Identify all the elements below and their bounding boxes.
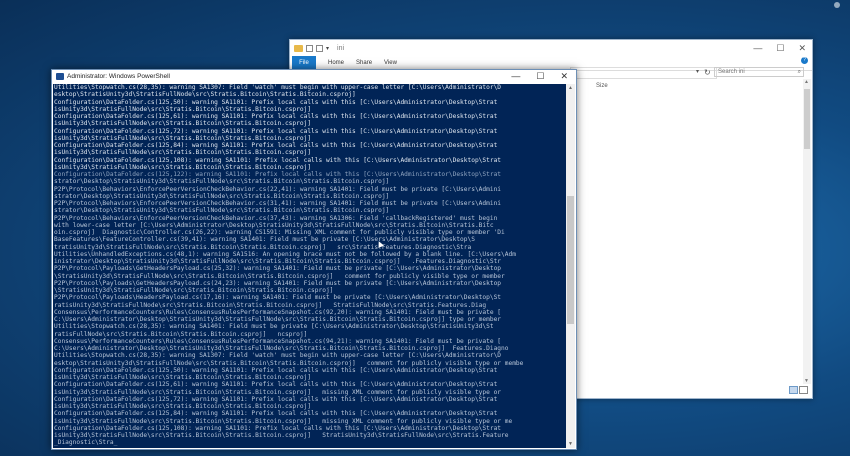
console-line: esktop\StratisUnity3d\StratisFullNode\sr… bbox=[54, 91, 356, 99]
new-folder-icon[interactable] bbox=[316, 44, 323, 52]
console-line: P2P\Protocol\Payloads\GetHeadersPayload.… bbox=[54, 279, 502, 287]
console-line: Configuration\DataFolder.cs(125,61): war… bbox=[54, 381, 498, 389]
close-button[interactable]: ✕ bbox=[798, 43, 806, 54]
search-input[interactable]: Search ini ⌕ bbox=[714, 67, 804, 77]
tab-file[interactable]: File bbox=[292, 56, 316, 70]
explorer-scroll-thumb[interactable] bbox=[804, 89, 810, 149]
console-line: strator\Desktop\StratisUnity3d\StratisFu… bbox=[54, 207, 390, 215]
scroll-up-icon[interactable]: ▲ bbox=[804, 79, 809, 85]
powershell-console[interactable]: Utilities\Stopwatch.cs(28,35): warning S… bbox=[53, 84, 575, 448]
console-line: BaseFeatures\FeatureController.cs(39,41)… bbox=[54, 236, 475, 244]
console-line: P2P\Protocol\Behaviors\EnforcePeerVersio… bbox=[54, 185, 502, 193]
ps-scroll-down-icon[interactable]: ▼ bbox=[568, 441, 573, 447]
console-line: Consensus\PerformanceCounters\Rules\Cons… bbox=[54, 308, 502, 316]
console-line: strator\Desktop\StratisUnity3d\StratisFu… bbox=[54, 178, 390, 186]
console-line: ratisUnity3d\StratisFullNode\src\Stratis… bbox=[54, 301, 487, 309]
console-line: P2P\Protocol\Behaviors\EnforcePeerVersio… bbox=[54, 214, 498, 222]
details-view-icon[interactable] bbox=[789, 386, 798, 394]
console-line: with lower-case letter [C:\Users\Adminis… bbox=[54, 221, 494, 229]
console-line: esktop\StratisUnity3d\StratisFullNode\sr… bbox=[54, 359, 524, 367]
console-line: Utilities\Stopwatch.cs(28,35): warning S… bbox=[54, 84, 502, 91]
console-line: isUnity3d\StratisFullNode\src\Stratis.Bi… bbox=[54, 149, 312, 157]
console-line: Configuration\DataFolder.cs(125,72): war… bbox=[54, 127, 498, 135]
console-line: oin.csproj] Diagnostic\Controller.cs(26,… bbox=[54, 229, 505, 236]
console-line: Configuration\DataFolder.cs(125,108): wa… bbox=[54, 424, 502, 432]
ps-close-button[interactable]: ✕ bbox=[560, 71, 568, 82]
console-line: isUnity3d\StratisFullNode\src\Stratis.Bi… bbox=[54, 432, 509, 439]
console-line: Configuration\DataFolder.cs(125,61): war… bbox=[54, 113, 498, 120]
console-line: ratisFullNode\src\Stratis.Bitcoin\Strati… bbox=[54, 330, 308, 338]
console-line: Utilities\Stopwatch.cs(28,35): warning S… bbox=[54, 352, 502, 360]
console-line: isUnity3d\StratisFullNode\src\Stratis.Bi… bbox=[54, 417, 513, 425]
powershell-title: Administrator: Windows PowerShell bbox=[67, 73, 170, 80]
address-dropdown-icon[interactable]: ▾ bbox=[696, 68, 699, 75]
desktop-corner-icon bbox=[834, 2, 840, 8]
console-line: isUnity3d\StratisFullNode\src\Stratis.Bi… bbox=[54, 163, 312, 171]
tab-view[interactable]: View bbox=[384, 60, 397, 66]
search-placeholder: Search ini bbox=[718, 69, 745, 75]
ps-maximize-button[interactable]: ☐ bbox=[536, 71, 544, 82]
powershell-icon bbox=[56, 73, 64, 80]
folder-icon bbox=[294, 44, 303, 52]
properties-icon[interactable] bbox=[306, 44, 313, 52]
console-line: tratisUnity3d\StratisFullNode\src\Strati… bbox=[54, 243, 472, 251]
minimize-button[interactable]: — bbox=[753, 43, 762, 54]
console-line: _Diagnostic\Stra_ bbox=[54, 439, 118, 447]
console-line: Configuration\DataFolder.cs(125,122): wa… bbox=[54, 171, 502, 178]
powershell-titlebar[interactable]: Administrator: Windows PowerShell — ☐ ✕ bbox=[52, 70, 576, 84]
console-line: Configuration\DataFolder.cs(125,108): wa… bbox=[54, 156, 502, 164]
console-scrollbar[interactable]: ▲ ▼ bbox=[566, 84, 575, 448]
maximize-button[interactable]: ☐ bbox=[776, 43, 784, 54]
console-line: C:\Users\Administrator\Desktop\StratisUn… bbox=[54, 345, 509, 352]
search-icon: ⌕ bbox=[797, 69, 801, 75]
console-line: strator\Desktop\StratisUnity3d\StratisFu… bbox=[54, 192, 390, 200]
console-line: isUnity3d\StratisFullNode\src\Stratis.Bi… bbox=[54, 120, 312, 128]
quick-access-toolbar: ▾ bbox=[294, 44, 329, 52]
console-line: Configuration\DataFolder.cs(125,72): war… bbox=[54, 395, 498, 403]
console-line: Configuration\DataFolder.cs(125,50): war… bbox=[54, 98, 498, 106]
console-line: Configuration\DataFolder.cs(125,84): war… bbox=[54, 142, 498, 149]
console-line: Utilities\UnhandledExceptions.cs(48,1): … bbox=[54, 250, 516, 258]
ps-minimize-button[interactable]: — bbox=[511, 71, 520, 82]
console-line: P2P\Protocol\Payloads\GetHeadersPayload.… bbox=[54, 265, 502, 273]
console-line: Configuration\DataFolder.cs(125,84): war… bbox=[54, 410, 498, 418]
address-bar[interactable] bbox=[570, 67, 717, 79]
chevron-down-icon[interactable]: ▾ bbox=[326, 45, 329, 52]
tab-home[interactable]: Home bbox=[328, 60, 344, 66]
explorer-window-buttons: — ☐ ✕ bbox=[753, 43, 806, 54]
console-line: isUnity3d\StratisFullNode\src\Stratis.Bi… bbox=[54, 105, 312, 113]
explorer-titlebar[interactable]: ▾ ini — ☐ ✕ bbox=[290, 40, 812, 56]
scroll-down-icon[interactable]: ▼ bbox=[804, 378, 809, 384]
console-line: isUnity3d\StratisFullNode\src\Stratis.Bi… bbox=[54, 134, 312, 142]
console-line: Consensus\PerformanceCounters\Rules\Cons… bbox=[54, 337, 502, 345]
console-line: \StratisUnity3d\StratisFullNode\src\Stra… bbox=[54, 287, 334, 294]
console-scroll-thumb[interactable] bbox=[567, 196, 574, 324]
console-line: inistrator\Desktop\StratisUnity3d\Strati… bbox=[54, 258, 502, 265]
column-header-size[interactable]: Size bbox=[596, 83, 608, 89]
console-line: P2P\Protocol\Behaviors\EnforcePeerVersio… bbox=[54, 200, 502, 207]
console-line: isUnity3d\StratisFullNode\src\Stratis.Bi… bbox=[54, 403, 312, 410]
ps-scroll-up-icon[interactable]: ▲ bbox=[568, 85, 573, 91]
console-line: Utilities\Stopwatch.cs(28,35): warning S… bbox=[54, 323, 494, 331]
powershell-window[interactable]: Administrator: Windows PowerShell — ☐ ✕ … bbox=[51, 69, 577, 450]
tab-share[interactable]: Share bbox=[356, 60, 372, 66]
explorer-scrollbar[interactable]: ▲ ▼ bbox=[803, 79, 811, 384]
console-line: \StratisUnity3d\StratisFullNode\src\Stra… bbox=[54, 272, 505, 280]
explorer-title: ini bbox=[337, 44, 345, 52]
powershell-window-buttons: — ☐ ✕ bbox=[511, 71, 568, 82]
help-icon[interactable]: ? bbox=[801, 57, 808, 64]
console-line: isUnity3d\StratisFullNode\src\Stratis.Bi… bbox=[54, 388, 502, 396]
console-line: isUnity3d\StratisFullNode\src\Stratis.Bi… bbox=[54, 374, 312, 381]
refresh-icon[interactable]: ↻ bbox=[704, 68, 711, 77]
large-icons-view-icon[interactable] bbox=[799, 386, 808, 394]
console-line: P2P\Protocol\Payloads\HeadersPayload.cs(… bbox=[54, 294, 502, 302]
console-line: Configuration\DataFolder.cs(125,50): war… bbox=[54, 366, 498, 374]
console-output: Utilities\Stopwatch.cs(28,35): warning S… bbox=[53, 84, 565, 448]
console-line: C:\Users\Administrator\Desktop\StratisUn… bbox=[54, 316, 502, 323]
